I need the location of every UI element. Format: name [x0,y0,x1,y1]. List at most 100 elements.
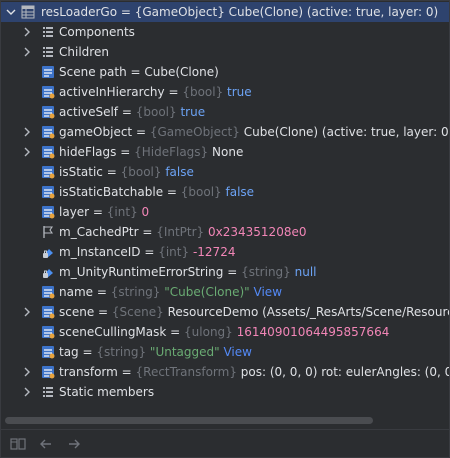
tag-eq: = [78,345,97,359]
isStaticBatchable-type: {bool} [180,185,222,199]
m_InstanceID-eq: = [140,245,159,259]
tree-row-activeSelf[interactable]: activeSelf = {bool} true [1,102,449,122]
tree-row-transform[interactable]: transform = {RectTransform} pos: (0, 0, … [1,362,449,382]
gameObject-value: Cube(Clone) (active: true, layer: 0) [243,125,449,139]
activeInHierarchy-eq: = [164,85,183,99]
static-members-label: Static members [59,385,155,399]
hideFlags-type: {HideFlags} [134,145,209,159]
tree-row-m_InstanceID[interactable]: m_InstanceID = {int} -12724 [1,242,449,262]
name-view-link[interactable]: View [254,285,282,299]
tree-row-gameObject[interactable]: gameObject = {GameObject} Cube(Clone) (a… [1,122,449,142]
tree-row-m_CachedPtr[interactable]: m_CachedPtr = {IntPtr} 0x234351208e0 [1,222,449,242]
m_InstanceID-value: -12724 [192,245,236,259]
scrollbar-thumb[interactable] [5,417,373,424]
hideFlags-name: hideFlags [59,145,117,159]
sceneCullingMask-type: {ulong} [184,325,233,339]
scene-eq: = [94,305,112,319]
chevron-right-icon[interactable] [21,22,33,42]
name-value: "Cube(Clone)" [164,285,250,299]
hideFlags-eq: = [116,145,135,159]
m_CachedPtr-name: m_CachedPtr [59,225,139,239]
tree-row-m_UnityRuntimeErrorString[interactable]: m_UnityRuntimeErrorString = {string} nul… [1,262,449,282]
activeSelf-name: activeSelf [59,105,119,119]
flag-icon [41,225,55,239]
tree-row-sceneCullingMask[interactable]: sceneCullingMask = {ulong} 1614090106449… [1,322,449,342]
property-icon [41,145,55,159]
private-field-icon [41,245,55,259]
property-icon [41,105,55,119]
static-members-icon [41,385,55,399]
variables-tree[interactable]: resLoaderGo = {GameObject} Cube(Clone) (… [1,1,449,411]
isStaticBatchable-eq: = [163,185,181,199]
chevron-down-icon[interactable] [5,2,17,22]
sceneCullingMask-value: 16140901064495857664 [236,325,390,339]
components-label: Components [59,25,135,39]
m_UnityRuntimeErrorString-name: m_UnityRuntimeErrorString [59,265,224,279]
property-icon [41,185,55,199]
name-name: name [59,285,94,299]
m_CachedPtr-type: {IntPtr} [156,225,205,239]
activeInHierarchy-type: {bool} [182,85,224,99]
chevron-right-icon[interactable] [21,142,33,162]
chevron-right-icon[interactable] [21,122,33,142]
chevron-right-icon[interactable] [21,382,33,402]
property-icon [41,325,55,339]
transform-type: {RectTransform} [135,365,237,379]
tree-row-isStaticBatchable[interactable]: isStaticBatchable = {bool} false [1,182,449,202]
layer-name: layer [59,205,90,219]
tree-row-layer[interactable]: layer = {int} 0 [1,202,449,222]
tag-value: "Untagged" [149,345,220,359]
scene-path-value: Cube(Clone) [144,65,219,79]
tag-view-link[interactable]: View [223,345,251,359]
activeInHierarchy-name: activeInHierarchy [59,85,165,99]
tree-row-activeInHierarchy[interactable]: activeInHierarchy = {bool} true [1,82,449,102]
gameObject-type: {GameObject} [149,125,240,139]
scene-path-name: Scene path [59,65,127,79]
tree-row-components[interactable]: Components [1,22,449,42]
bottom-toolbar [1,429,449,458]
layer-eq: = [89,205,107,219]
frames-view-icon[interactable] [7,433,29,455]
root-value: Cube(Clone) (active: true, layer: 0) [224,5,439,19]
chevron-right-icon[interactable] [21,362,33,382]
tree-row-hideFlags[interactable]: hideFlags = {HideFlags} None [1,142,449,162]
chevron-right-icon[interactable] [21,302,33,322]
tree-row-isStatic[interactable]: isStatic = {bool} false [1,162,449,182]
transform-value: pos: (0, 0, 0) rot: eulerAngles: (0, 0, … [240,365,449,379]
m_UnityRuntimeErrorString-type: {string} [241,265,291,279]
tree-row-scene-path[interactable]: Scene path = Cube(Clone) [1,62,449,82]
tree-row-children[interactable]: Children [1,42,449,62]
scene-path-eq: = [126,65,145,79]
isStatic-name: isStatic [59,165,103,179]
tree-row-name[interactable]: name = {string} "Cube(Clone)" View [1,282,449,302]
tree-row-root[interactable]: resLoaderGo = {GameObject} Cube(Clone) (… [1,2,449,22]
scene-value: ResourceDemo (Assets/_ResArts/Scene/Reso… [167,305,449,319]
m_InstanceID-name: m_InstanceID [59,245,141,259]
isStatic-eq: = [102,165,121,179]
tree-row-static-members[interactable]: Static members [1,382,449,402]
sceneCullingMask-eq: = [166,325,185,339]
activeSelf-eq: = [118,105,136,119]
tree-row-tag[interactable]: tag = {string} "Untagged" View [1,342,449,362]
tree-row-scene[interactable]: scene = {Scene} ResourceDemo (Assets/_Re… [1,302,449,322]
chevron-right-icon[interactable] [21,42,33,62]
forward-arrow-icon[interactable] [63,433,85,455]
property-icon [41,285,55,299]
layer-value: 0 [141,205,150,219]
field-icon [41,65,55,79]
activeSelf-value: true [180,105,206,119]
private-field-icon [41,265,55,279]
horizontal-scrollbar[interactable] [1,413,449,427]
hideFlags-value: None [212,145,244,159]
isStaticBatchable-name: isStaticBatchable [59,185,164,199]
sceneCullingMask-name: sceneCullingMask [59,325,167,339]
scene-name: scene [59,305,95,319]
isStatic-value: false [165,165,194,179]
scene-type: {Scene} [111,305,164,319]
transform-eq: = [117,365,136,379]
root-type: {GameObject} [134,5,225,19]
field-table-icon [21,5,35,19]
gameObject-eq: = [132,125,150,139]
root-name: resLoaderGo [41,5,118,19]
back-arrow-icon[interactable] [35,433,57,455]
